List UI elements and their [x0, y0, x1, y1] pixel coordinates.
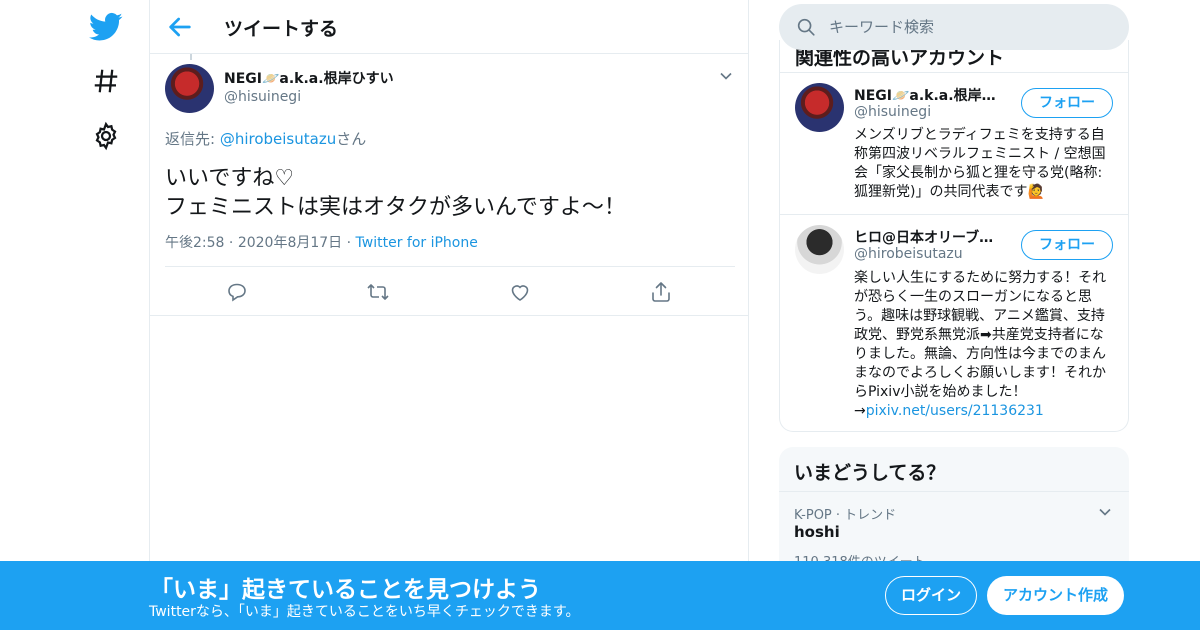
divider — [780, 72, 1128, 73]
banner-title: 「いま」起きていることを見つけよう — [150, 577, 541, 603]
search-icon — [795, 16, 817, 38]
search-input[interactable] — [829, 16, 1109, 38]
author-name[interactable]: NEGI🪐a.k.a.根岸ひすい — [224, 68, 394, 88]
divider — [780, 214, 1128, 215]
account-bio: メンズリブとラディフェミを支持する自称第四波リベラルフェミニスト / 空想国会「… — [854, 127, 1106, 200]
chevron-down-icon[interactable] — [716, 66, 736, 86]
tweet-source[interactable]: Twitter for iPhone — [356, 235, 478, 251]
account-name[interactable]: ヒロ@日本オリーブの会 — [854, 227, 1004, 247]
hashtag-icon[interactable] — [91, 66, 121, 96]
account-handle[interactable]: @hisuinegi — [854, 104, 931, 120]
thread-line — [190, 54, 192, 60]
avatar[interactable] — [165, 64, 214, 113]
signup-banner: 「いま」起きていることを見つけよう Twitterなら、「いま」起きていることを… — [0, 561, 1200, 630]
account-name[interactable]: NEGI🪐a.k.a.根岸ひすい — [854, 85, 1004, 105]
reply-suffix: さん — [336, 130, 367, 148]
tweet-meta: 午後2:58 · 2020年8月17日 · Twitter for iPhone — [165, 232, 478, 252]
reply-to-link[interactable]: @hirobeisutazu — [220, 130, 336, 148]
reply-prefix: 返信先: — [165, 130, 220, 148]
like-icon[interactable] — [508, 280, 532, 304]
banner-subtitle: Twitterなら、「いま」起きていることをいち早くチェックできます。 — [149, 604, 580, 620]
account-bio-text: 楽しい人生にするために努力する！それが恐らく一生のスローガンになると思う。趣味は… — [854, 270, 1107, 419]
tweet-date[interactable]: 2020年8月17日 — [238, 235, 342, 251]
tweet-text-line: いいですね♡ — [165, 166, 295, 191]
share-icon[interactable] — [649, 280, 673, 304]
tweet-time[interactable]: 午後2:58 — [165, 235, 224, 251]
panel-title: いまどうしてる？ — [794, 462, 946, 484]
main-column: ツイートする NEGI🪐a.k.a.根岸ひすい @hisuinegi 返信先: … — [149, 0, 749, 630]
divider — [150, 315, 748, 316]
meta-separator: · — [228, 235, 234, 251]
retweet-icon[interactable] — [366, 280, 390, 304]
login-button[interactable]: ログイン — [885, 576, 977, 615]
meta-separator: · — [346, 235, 352, 251]
signup-button[interactable]: アカウント作成 — [987, 576, 1124, 615]
bio-link[interactable]: pixiv.net/users/21136231 — [866, 403, 1044, 419]
trend-meta: K-POP · トレンド — [794, 508, 897, 523]
chevron-down-icon[interactable] — [1095, 502, 1115, 522]
tweet-text-line: フェミニストは実はオタクが多いんですよ〜！ — [165, 195, 626, 220]
page-header: ツイートする — [150, 0, 748, 54]
follow-button[interactable]: フォロー — [1021, 88, 1113, 118]
reply-to-line: 返信先: @hirobeisutazuさん — [165, 128, 366, 149]
trend-name[interactable]: hoshi — [794, 523, 840, 541]
search-bar[interactable] — [779, 4, 1129, 50]
avatar[interactable] — [795, 225, 844, 274]
reply-icon[interactable] — [225, 280, 249, 304]
related-accounts-panel: 関連性の高いアカウント NEGI🪐a.k.a.根岸ひすい @hisuinegi … — [779, 40, 1129, 432]
avatar[interactable] — [795, 83, 844, 132]
page-title: ツイートする — [224, 18, 339, 40]
account-handle[interactable]: @hirobeisutazu — [854, 246, 963, 262]
account-bio: 楽しい人生にするために努力する！それが恐らく一生のスローガンになると思う。趣味は… — [854, 269, 1116, 421]
author-handle[interactable]: @hisuinegi — [224, 89, 301, 105]
divider — [779, 491, 1129, 492]
twitter-bird-icon[interactable] — [89, 10, 123, 44]
follow-button[interactable]: フォロー — [1021, 230, 1113, 260]
gear-icon[interactable] — [91, 121, 121, 151]
divider — [165, 266, 735, 267]
arrow-left-icon[interactable] — [164, 11, 196, 43]
